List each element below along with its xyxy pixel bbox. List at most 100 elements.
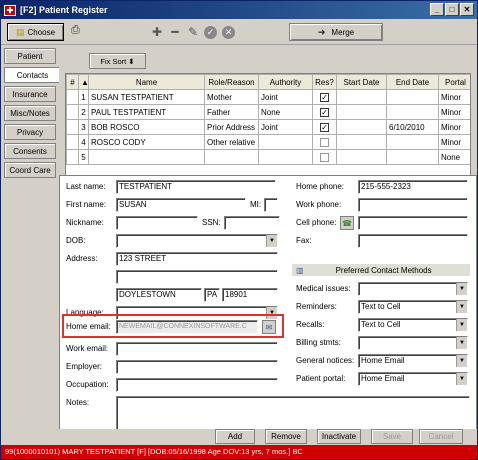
row-res[interactable]: [312, 134, 337, 150]
col-header-authority[interactable]: Authority: [258, 74, 313, 90]
res-checkbox[interactable]: [320, 152, 329, 162]
occupation-field[interactable]: [116, 378, 278, 392]
ssn-label: SSN:: [202, 218, 221, 227]
email-icon[interactable]: ✉: [262, 320, 276, 334]
print-icon[interactable]: ⎙: [71, 24, 91, 40]
remove-button[interactable]: Remove: [265, 429, 307, 444]
close-button[interactable]: ✕: [460, 3, 474, 16]
fax-field[interactable]: [358, 234, 468, 248]
table-row[interactable]: 3 BOB ROSCO Prior Address Joint ✓ 6/10/2…: [66, 119, 470, 135]
res-checkbox[interactable]: ✓: [320, 92, 329, 102]
phone-icon[interactable]: ☎: [340, 216, 354, 230]
choose-button[interactable]: ▤ Choose: [7, 23, 64, 41]
save-button[interactable]: Save: [371, 429, 413, 444]
row-selector[interactable]: [66, 149, 79, 165]
tab-insurance[interactable]: Insurance: [4, 86, 56, 102]
first-name-field[interactable]: SUSAN: [116, 198, 246, 212]
reminders-select[interactable]: Text to Cell ▼: [358, 300, 468, 314]
general-dropdown-icon[interactable]: ▼: [456, 355, 467, 367]
patient-portal-select[interactable]: Home Email ▼: [358, 372, 468, 386]
row-selector[interactable]: [66, 89, 79, 105]
row-num: 3: [78, 119, 89, 135]
dob-dropdown-icon[interactable]: ▼: [266, 235, 277, 247]
notes-field[interactable]: [116, 396, 470, 430]
res-checkbox[interactable]: ✓: [320, 122, 329, 132]
last-name-field[interactable]: TESTPATIENT: [116, 180, 276, 194]
ssn-field[interactable]: [224, 216, 280, 230]
add-button[interactable]: Add: [215, 429, 255, 444]
work-email-field[interactable]: [116, 342, 278, 356]
check-icon[interactable]: ✓: [204, 26, 217, 39]
employer-field[interactable]: [116, 360, 278, 374]
row-end: [386, 104, 439, 120]
preferred-contact-header: ▥ Preferred Contact Methods: [292, 264, 470, 276]
tab-patient[interactable]: Patient: [4, 48, 56, 64]
cell-phone-field[interactable]: [358, 216, 468, 230]
row-start: [336, 149, 387, 165]
add-icon[interactable]: ✚: [149, 24, 165, 40]
col-header-portal[interactable]: Portal: [438, 74, 470, 90]
remove-icon[interactable]: ━: [167, 24, 183, 40]
row-res[interactable]: ✓: [312, 89, 337, 105]
patient-status-bar: 99(1000010101) MARY TESTPATIENT [F] [DOB…: [1, 445, 477, 459]
table-row[interactable]: 2 PAUL TESTPATIENT Father None ✓ Minor: [66, 104, 470, 120]
home-phone-field[interactable]: 215-555-2323: [358, 180, 468, 194]
res-checkbox[interactable]: [320, 137, 329, 147]
row-num: 2: [78, 104, 89, 120]
row-res[interactable]: [312, 149, 337, 165]
contact-detail-form: Last name: TESTPATIENT First name: SUSAN…: [59, 175, 477, 443]
fix-sort-button[interactable]: Fix Sort ⬍: [89, 53, 146, 69]
nickname-field[interactable]: [116, 216, 198, 230]
home-email-field[interactable]: NEWEMAIL@CONNEXINSOFTWARE.C: [116, 320, 258, 334]
row-authority: Joint: [258, 119, 313, 135]
portal-dropdown-icon[interactable]: ▼: [456, 373, 467, 385]
tab-privacy[interactable]: Privacy: [4, 124, 56, 140]
col-header-role[interactable]: Role/Reason: [204, 74, 259, 90]
billing-select[interactable]: ▼: [358, 336, 468, 350]
col-header-name[interactable]: Name: [88, 74, 205, 90]
col-header-start[interactable]: Start Date: [336, 74, 387, 90]
row-res[interactable]: ✓: [312, 119, 337, 135]
state-field[interactable]: PA: [204, 288, 220, 302]
city-field[interactable]: DOYLESTOWN: [116, 288, 202, 302]
row-res[interactable]: ✓: [312, 104, 337, 120]
tab-coord-care[interactable]: Coord Care: [4, 162, 56, 178]
zip-field[interactable]: 18901: [222, 288, 278, 302]
res-checkbox[interactable]: ✓: [320, 107, 329, 117]
table-row[interactable]: 1 SUSAN TESTPATIENT Mother Joint ✓ Minor: [66, 89, 470, 105]
maximize-button[interactable]: □: [445, 3, 459, 16]
medical-issues-select[interactable]: ▼: [358, 282, 468, 296]
tab-contacts[interactable]: Contacts: [4, 67, 60, 83]
recalls-select[interactable]: Text to Cell ▼: [358, 318, 468, 332]
row-selector[interactable]: [66, 134, 79, 150]
medical-dropdown-icon[interactable]: ▼: [456, 283, 467, 295]
row-selector[interactable]: [66, 119, 79, 135]
work-phone-field[interactable]: [358, 198, 468, 212]
general-notices-value: Home Email: [361, 356, 405, 365]
reminders-dropdown-icon[interactable]: ▼: [456, 301, 467, 313]
tab-consents[interactable]: Consents: [4, 143, 56, 159]
cancel-button[interactable]: Cancel: [419, 429, 463, 444]
row-end: 6/10/2010: [386, 119, 439, 135]
merge-button[interactable]: ➜ Merge: [289, 23, 383, 41]
address2-field[interactable]: [116, 270, 278, 284]
col-header-res[interactable]: Res?: [312, 74, 337, 90]
col-header-end[interactable]: End Date: [386, 74, 439, 90]
mi-field[interactable]: [264, 198, 278, 212]
row-selector[interactable]: [66, 104, 79, 120]
minimize-button[interactable]: _: [430, 3, 444, 16]
table-row[interactable]: 5 None: [66, 149, 470, 165]
address1-field[interactable]: 123 STREET: [116, 252, 278, 266]
recalls-dropdown-icon[interactable]: ▼: [456, 319, 467, 331]
general-notices-select[interactable]: Home Email ▼: [358, 354, 468, 368]
dob-field[interactable]: ▼: [116, 234, 278, 248]
inactivate-button[interactable]: Inactivate: [317, 429, 361, 444]
cancel-icon[interactable]: ✕: [222, 26, 235, 39]
billing-dropdown-icon[interactable]: ▼: [456, 337, 467, 349]
col-header-num[interactable]: #: [66, 74, 79, 90]
pref-header-label: Preferred Contact Methods: [335, 265, 432, 275]
home-email-label: Home email:: [66, 322, 111, 331]
edit-icon[interactable]: ✎: [185, 24, 201, 40]
table-row[interactable]: 4 ROSCO CODY Other relative Minor: [66, 134, 470, 150]
tab-misc-notes[interactable]: Misc/Notes: [4, 105, 56, 121]
